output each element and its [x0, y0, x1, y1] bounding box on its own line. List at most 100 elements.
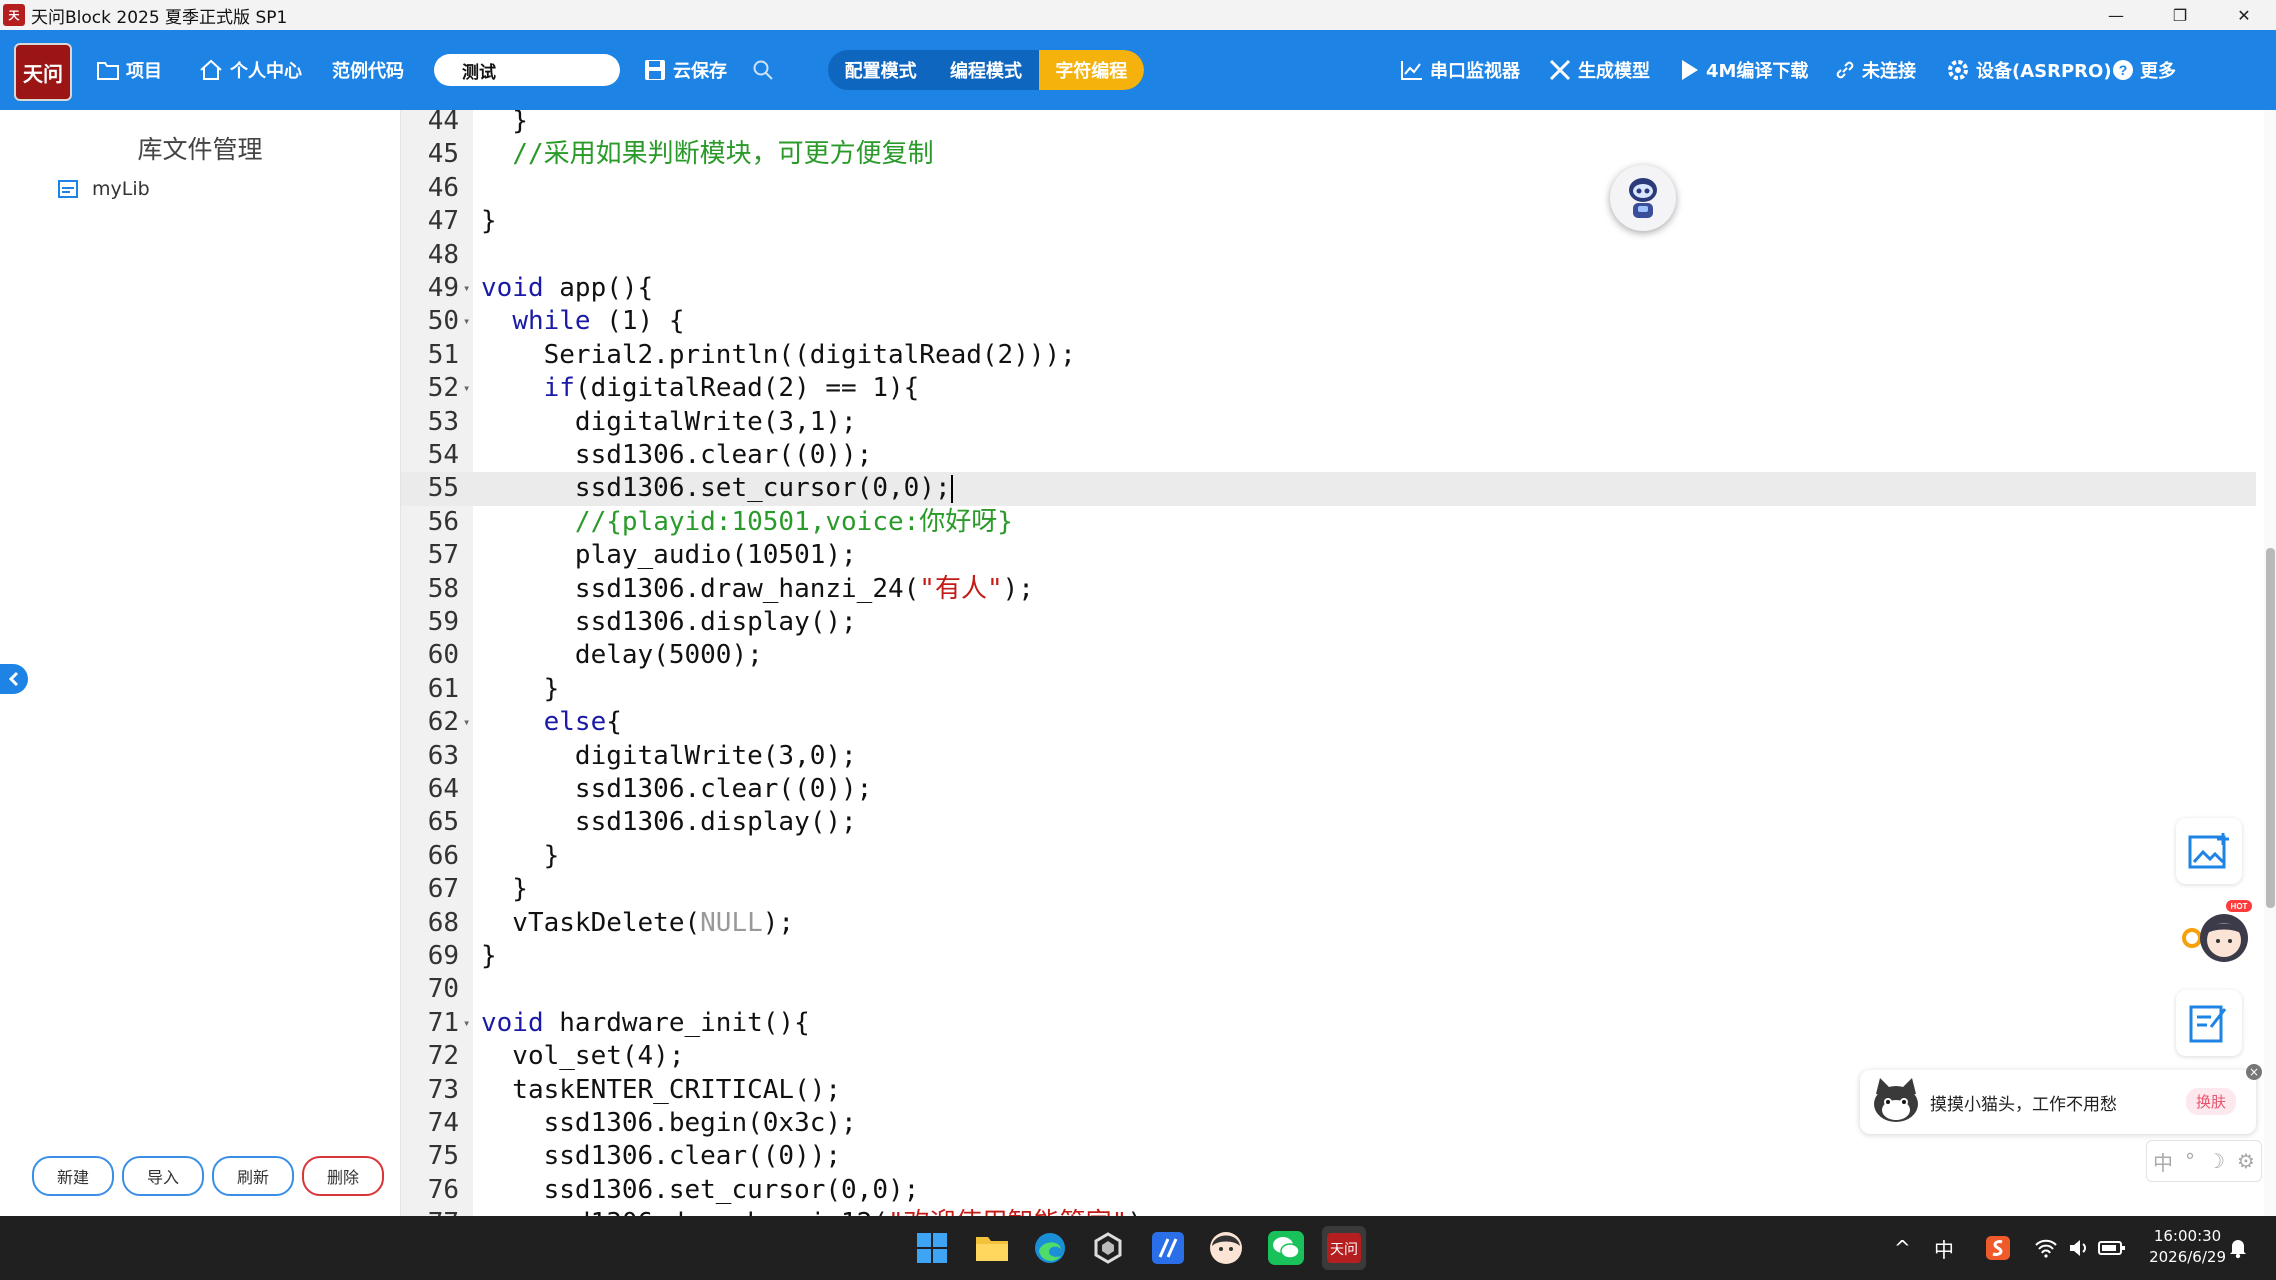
- import-button[interactable]: 导入: [122, 1156, 204, 1196]
- code-text[interactable]: else{: [481, 706, 622, 739]
- connect-button[interactable]: 未连接: [1834, 30, 1916, 110]
- code-text[interactable]: }: [481, 110, 528, 138]
- code-text[interactable]: }: [481, 940, 497, 973]
- cloud-save-button[interactable]: 云保存: [643, 30, 727, 110]
- delete-button[interactable]: 删除: [302, 1156, 384, 1196]
- edge-browser-button[interactable]: [1028, 1226, 1072, 1270]
- code-line[interactable]: 56 //{playid:10501,voice:你好呀}: [401, 506, 2256, 539]
- avatar-app-button[interactable]: [1204, 1226, 1248, 1270]
- code-text[interactable]: }: [481, 840, 560, 873]
- generate-model-button[interactable]: 生成模型: [1548, 30, 1650, 110]
- ime-punct-icon[interactable]: °: [2185, 1149, 2195, 1173]
- code-text[interactable]: ssd1306.display();: [481, 806, 857, 839]
- code-text[interactable]: }: [481, 873, 528, 906]
- config-mode-tab[interactable]: 配置模式: [828, 50, 933, 90]
- ai-assistant-button[interactable]: [1610, 165, 1676, 231]
- code-text[interactable]: void hardware_init(){: [481, 1007, 810, 1040]
- code-line[interactable]: 77 ssd1306.draw_hanzi_12("欢迎使用智能管家");: [401, 1207, 2256, 1216]
- code-line[interactable]: 72 vol_set(4);: [401, 1040, 2256, 1073]
- code-text[interactable]: digitalWrite(3,0);: [481, 740, 857, 773]
- tianwen-taskbar-button[interactable]: 天问: [1322, 1226, 1366, 1270]
- fold-toggle-icon[interactable]: ▾: [463, 706, 470, 739]
- app-logo[interactable]: 天问: [14, 43, 72, 101]
- fold-toggle-icon[interactable]: ▾: [463, 272, 470, 305]
- code-text[interactable]: ssd1306.set_cursor(0,0);: [481, 1174, 920, 1207]
- project-name-input[interactable]: [434, 54, 620, 86]
- code-line[interactable]: 59 ssd1306.display();: [401, 606, 2256, 639]
- sogou-tray-button[interactable]: [1986, 1216, 2010, 1280]
- code-text[interactable]: ssd1306.draw_hanzi_12("欢迎使用智能管家");: [481, 1207, 1159, 1216]
- close-button[interactable]: ✕: [2212, 0, 2276, 30]
- ime-indicator[interactable]: 中: [1934, 1216, 1954, 1280]
- code-line[interactable]: 44 }: [401, 110, 2256, 138]
- code-line[interactable]: 55 ssd1306.set_cursor(0,0);: [401, 472, 2256, 506]
- code-line[interactable]: 76 ssd1306.set_cursor(0,0);: [401, 1174, 2256, 1207]
- device-button[interactable]: 设备(ASRPRO): [1946, 30, 2112, 110]
- close-banner-button[interactable]: ×: [2246, 1064, 2262, 1080]
- sidebar-item-mylib[interactable]: myLib: [58, 178, 150, 200]
- file-explorer-button[interactable]: [970, 1226, 1014, 1270]
- code-text[interactable]: ssd1306.clear((0));: [481, 439, 872, 472]
- editor-scrollbar-thumb[interactable]: [2266, 548, 2275, 908]
- code-text[interactable]: //{playid:10501,voice:你好呀}: [481, 506, 1013, 539]
- code-line[interactable]: 67 }: [401, 873, 2256, 906]
- code-line[interactable]: 62 ▾ else{: [401, 706, 2256, 739]
- code-text[interactable]: ssd1306.draw_hanzi_24("有人");: [481, 573, 1034, 606]
- notifications-button[interactable]: [2228, 1216, 2248, 1280]
- code-line[interactable]: 49 ▾ void app(){: [401, 272, 2256, 305]
- assistant-avatar-button[interactable]: HOT: [2176, 900, 2256, 970]
- code-app-button[interactable]: [1146, 1226, 1190, 1270]
- code-text[interactable]: ssd1306.clear((0));: [481, 773, 872, 806]
- code-text[interactable]: ssd1306.begin(0x3c);: [481, 1107, 857, 1140]
- code-line[interactable]: 70: [401, 973, 2256, 1006]
- serial-monitor-button[interactable]: 串口监视器: [1400, 30, 1520, 110]
- personal-center-menu[interactable]: 个人中心: [198, 30, 302, 110]
- code-editor[interactable]: 44 } 45 //采用如果判断模块，可更方便复制 46 47} 48 49 ▾ void a…: [401, 110, 2256, 1216]
- code-text[interactable]: if(digitalRead(2) == 1){: [481, 372, 920, 405]
- battery-button[interactable]: [2098, 1216, 2126, 1280]
- code-line[interactable]: 61 }: [401, 673, 2256, 706]
- cat-promo-banner[interactable]: 摸摸小猫头，工作不用愁 换肤 ×: [1860, 1064, 2262, 1134]
- code-line[interactable]: 63 digitalWrite(3,0);: [401, 740, 2256, 773]
- code-text[interactable]: }: [481, 205, 497, 238]
- app-hexagon-button[interactable]: [1086, 1226, 1130, 1270]
- fold-toggle-icon[interactable]: ▾: [463, 305, 470, 338]
- code-text[interactable]: play_audio(10501);: [481, 539, 857, 572]
- ime-moon-icon[interactable]: ☽: [2207, 1149, 2225, 1173]
- start-button[interactable]: [910, 1226, 954, 1270]
- wifi-button[interactable]: [2034, 1216, 2058, 1280]
- code-line[interactable]: 48: [401, 239, 2256, 272]
- code-line[interactable]: 51 Serial2.println((digitalRead(2)));: [401, 339, 2256, 372]
- code-text[interactable]: delay(5000);: [481, 639, 763, 672]
- minimize-button[interactable]: —: [2084, 0, 2148, 30]
- examples-menu[interactable]: 范例代码: [332, 30, 404, 110]
- code-line[interactable]: 60 delay(5000);: [401, 639, 2256, 672]
- code-line[interactable]: 50 ▾ while (1) {: [401, 305, 2256, 338]
- code-line[interactable]: 65 ssd1306.display();: [401, 806, 2256, 839]
- volume-button[interactable]: [2068, 1216, 2090, 1280]
- code-text[interactable]: taskENTER_CRITICAL();: [481, 1074, 841, 1107]
- programming-mode-tab[interactable]: 编程模式: [933, 50, 1038, 90]
- code-text[interactable]: vTaskDelete(NULL);: [481, 907, 794, 940]
- code-line[interactable]: 47}: [401, 205, 2256, 238]
- code-line[interactable]: 64 ssd1306.clear((0));: [401, 773, 2256, 806]
- compile-download-button[interactable]: 4M编译下载: [1680, 30, 1808, 110]
- code-line[interactable]: 69}: [401, 940, 2256, 973]
- code-text[interactable]: Serial2.println((digitalRead(2)));: [481, 339, 1076, 372]
- code-text[interactable]: //采用如果判断模块，可更方便复制: [481, 138, 933, 171]
- code-line[interactable]: 46: [401, 172, 2256, 205]
- code-line[interactable]: 53 digitalWrite(3,1);: [401, 406, 2256, 439]
- code-text[interactable]: ssd1306.set_cursor(0,0);: [481, 472, 953, 505]
- code-text[interactable]: vol_set(4);: [481, 1040, 684, 1073]
- code-text[interactable]: void app(){: [481, 272, 653, 305]
- notes-tool-button[interactable]: [2176, 990, 2242, 1056]
- code-line[interactable]: 66 }: [401, 840, 2256, 873]
- code-line[interactable]: 45 //采用如果判断模块，可更方便复制: [401, 138, 2256, 171]
- code-line[interactable]: 57 play_audio(10501);: [401, 539, 2256, 572]
- project-menu[interactable]: 项目: [96, 30, 162, 110]
- code-text[interactable]: }: [481, 673, 560, 706]
- refresh-button[interactable]: 刷新: [212, 1156, 294, 1196]
- code-line[interactable]: 54 ssd1306.clear((0));: [401, 439, 2256, 472]
- ime-toolbar[interactable]: 中 ° ☽ ⚙: [2146, 1140, 2262, 1182]
- restore-button[interactable]: ❐: [2148, 0, 2212, 30]
